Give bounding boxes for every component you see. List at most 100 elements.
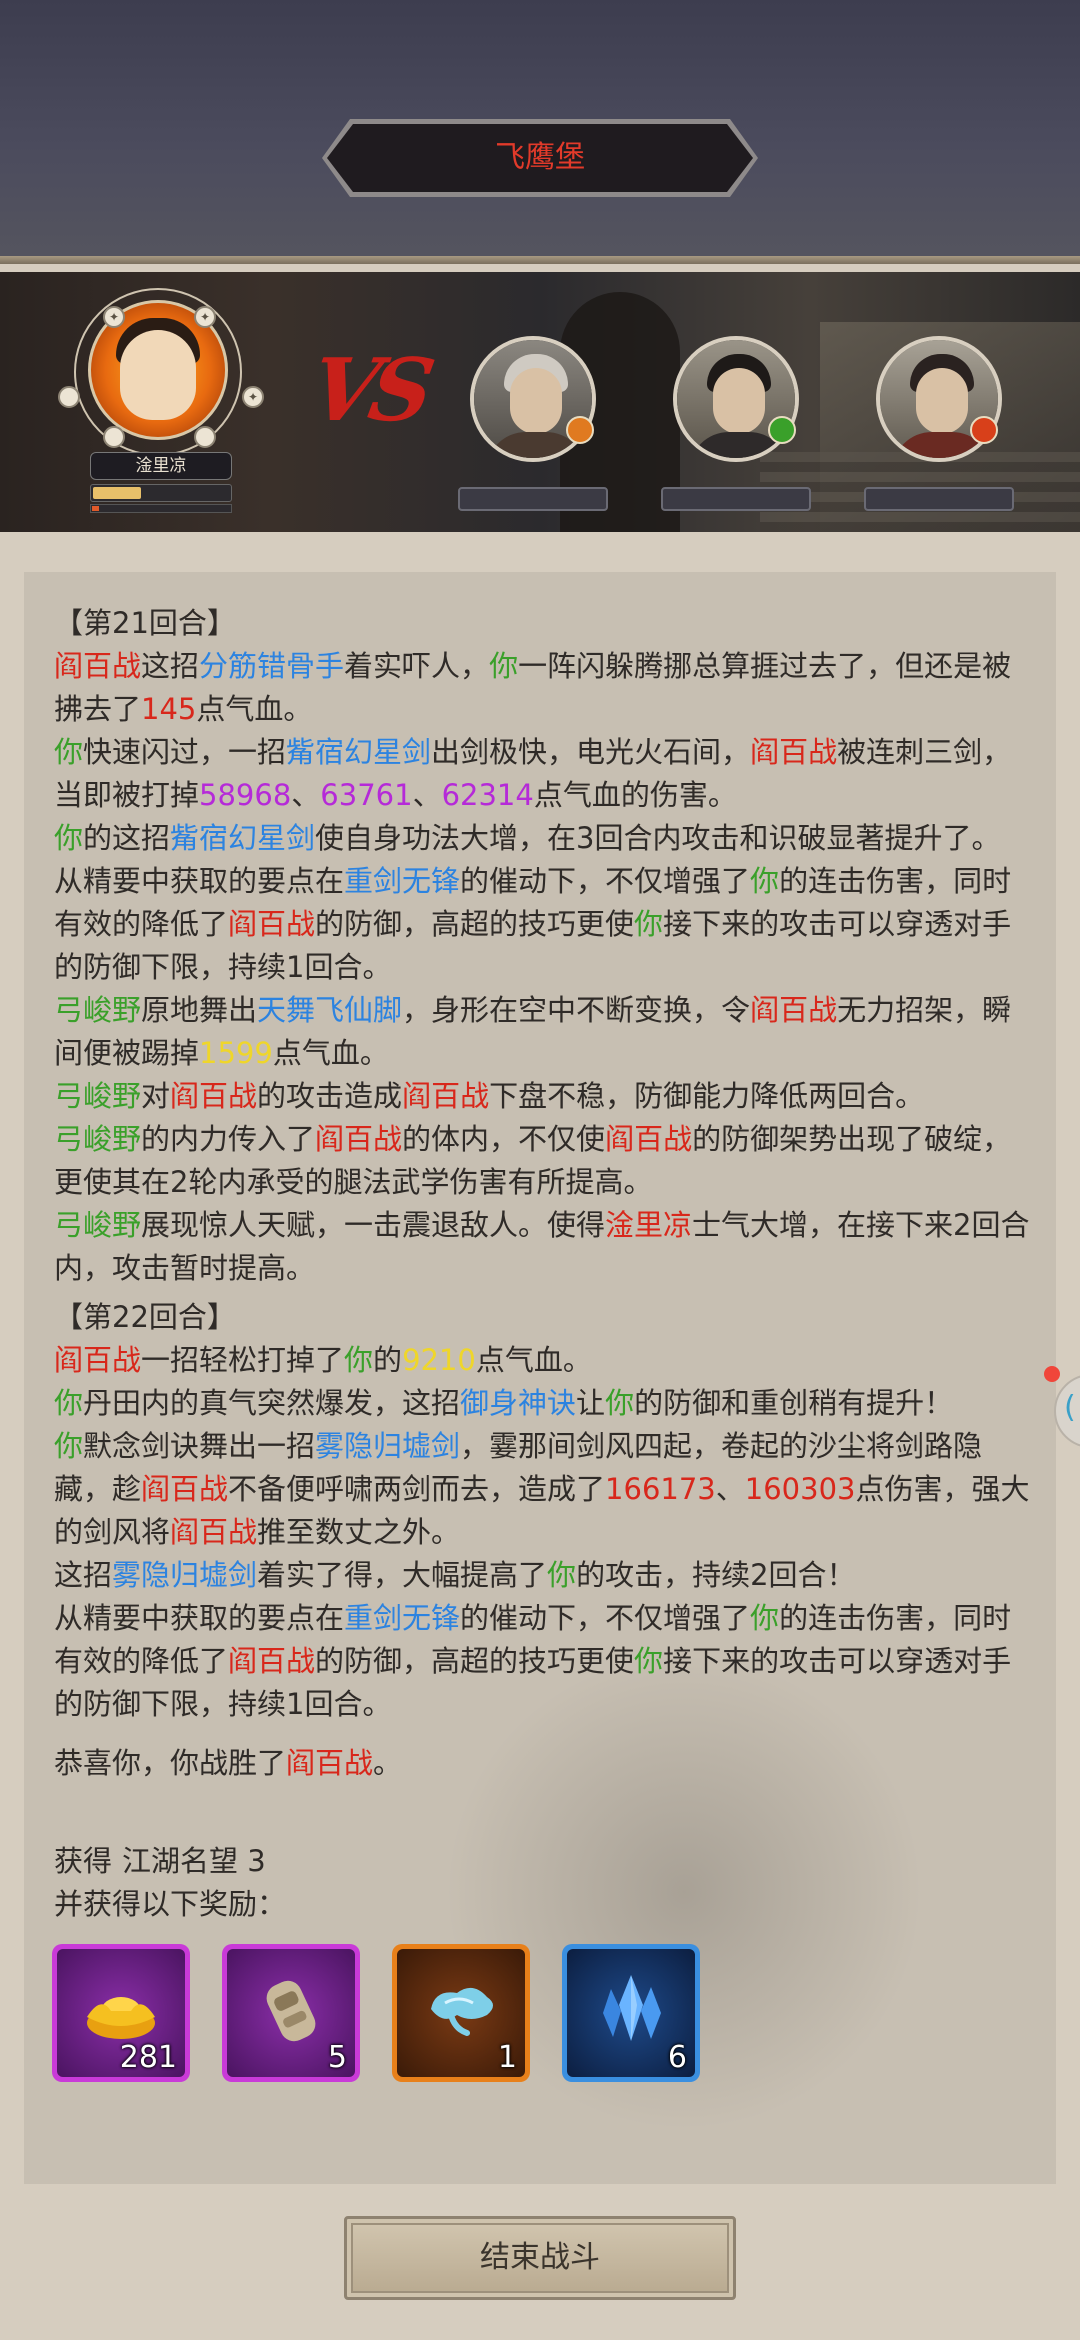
enemy-face bbox=[916, 368, 968, 434]
log-highlight: 145 bbox=[141, 692, 197, 726]
log-text: ，身形在空中不断变换，令 bbox=[402, 993, 751, 1027]
log-line: 弓峻野的内力传入了阎百战的体内，不仅使阎百战的防御架势出现了破绽，更使其在2轮内… bbox=[54, 1118, 1034, 1204]
skill-slot-icon[interactable]: ✦ bbox=[242, 386, 264, 408]
item-bg: 5 bbox=[227, 1949, 355, 2077]
log-line: 你的这招觜宿幻星剑使自身功法大增，在3回合内攻击和识破显著提升了。 bbox=[54, 817, 1034, 860]
log-text: 原地舞出 bbox=[141, 993, 258, 1027]
round-title: 【第22回合】 bbox=[54, 1300, 236, 1334]
player-name: 淦里凉 bbox=[90, 452, 232, 480]
bone-relic-icon bbox=[266, 1980, 316, 2042]
log-text: 快速闪过，一招 bbox=[83, 735, 287, 769]
log-text: 着实吓人， bbox=[344, 649, 490, 683]
log-text: 恭喜你，你战胜了 bbox=[54, 1746, 287, 1780]
log-line: 弓峻野对阎百战的攻击造成阎百战下盘不稳，防御能力降低两回合。 bbox=[54, 1075, 1034, 1118]
log-line: 弓峻野展现惊人天赋，一击震退敌人。使得淦里凉士气大增，在接下来2回合内，攻击暂时… bbox=[54, 1204, 1034, 1290]
log-highlight: 阎百战 bbox=[605, 1122, 693, 1156]
log-highlight: 天舞飞仙脚 bbox=[257, 993, 403, 1027]
item-bg: 1 bbox=[397, 1949, 525, 2077]
log-text: 的攻击造成 bbox=[257, 1079, 403, 1113]
log-text: 的防御和重创稍有提升！ bbox=[634, 1386, 954, 1420]
log-text: 的防御，高超的技巧更使 bbox=[315, 1644, 635, 1678]
reward-item-cloud-wisp[interactable]: 1 bbox=[392, 1944, 530, 2082]
log-line: 阎百战这招分筋错骨手着实吓人，你一阵闪躲腾挪总算捱过去了，但还是被拂去了145点… bbox=[54, 645, 1034, 731]
log-highlight: 你 bbox=[750, 864, 780, 898]
log-text: 下盘不稳，防御能力降低两回合。 bbox=[489, 1079, 925, 1113]
log-highlight: 你 bbox=[489, 649, 519, 683]
skill-slot-icon[interactable] bbox=[103, 426, 125, 448]
enemy-hp-bar bbox=[661, 487, 811, 511]
log-text: 让 bbox=[576, 1386, 606, 1420]
log-text: 点气血。 bbox=[475, 1343, 592, 1377]
item-count: 1 bbox=[497, 2040, 517, 2075]
log-highlight: 御身神诀 bbox=[460, 1386, 577, 1420]
log-highlight: 9210 bbox=[402, 1343, 476, 1377]
log-highlight: 阎百战 bbox=[750, 735, 838, 769]
log-text: 这招 bbox=[141, 649, 200, 683]
log-text: 的防御，高超的技巧更使 bbox=[315, 907, 635, 941]
item-count: 5 bbox=[327, 2040, 347, 2075]
log-spacer bbox=[54, 1726, 1034, 1742]
reward-item-blue-crystal[interactable]: 6 bbox=[562, 1944, 700, 2082]
enemy-face bbox=[510, 368, 562, 434]
log-highlight: 阎百战 bbox=[54, 649, 142, 683]
log-text: 、 bbox=[412, 778, 442, 812]
log-highlight: 你 bbox=[547, 1558, 577, 1592]
skill-slot-icon[interactable] bbox=[58, 386, 80, 408]
gain-label: 获得 bbox=[54, 1844, 113, 1878]
log-highlight: 淦里凉 bbox=[605, 1208, 693, 1242]
blue-crystal-icon bbox=[603, 1975, 661, 2041]
log-text: 的催动下，不仅增强了 bbox=[460, 864, 751, 898]
log-highlight: 你 bbox=[54, 1429, 84, 1463]
log-text: 丹田内的真气突然爆发，这招 bbox=[83, 1386, 461, 1420]
enemy-hp-bar bbox=[864, 487, 1014, 511]
player-face bbox=[120, 330, 196, 420]
skill-slot-icon[interactable] bbox=[194, 426, 216, 448]
log-text: 点气血的伤害。 bbox=[533, 778, 737, 812]
enemy-class-badge-icon bbox=[970, 416, 998, 444]
log-highlight: 重剑无锋 bbox=[344, 864, 461, 898]
log-text: 的这招 bbox=[83, 821, 171, 855]
reward-item-gold-ingot[interactable]: 281 bbox=[52, 1944, 190, 2082]
log-text: 使自身功法大增，在3回合内攻击和识破显著提升了。 bbox=[315, 821, 1001, 855]
log-highlight: 雾隐归墟剑 bbox=[112, 1558, 258, 1592]
log-highlight: 阎百战 bbox=[750, 993, 838, 1027]
battle-log-panel[interactable]: 【第21回合】 阎百战这招分筋错骨手着实吓人，你一阵闪躲腾挪总算捱过去了，但还是… bbox=[24, 572, 1056, 2184]
log-text: 从精要中获取的要点在 bbox=[54, 1601, 345, 1635]
log-text: 点气血。 bbox=[196, 692, 313, 726]
notification-dot bbox=[1044, 1366, 1060, 1382]
battle-log: 【第21回合】 阎百战这招分筋错骨手着实吓人，你一阵闪躲腾挪总算捱过去了，但还是… bbox=[54, 602, 1034, 1785]
log-highlight: 阎百战 bbox=[170, 1515, 258, 1549]
log-highlight: 63761 bbox=[320, 778, 413, 812]
log-text: 点气血。 bbox=[272, 1036, 389, 1070]
log-highlight: 58968 bbox=[199, 778, 292, 812]
reward-item-bone-relic[interactable]: 5 bbox=[222, 1944, 360, 2082]
log-highlight: 你 bbox=[344, 1343, 374, 1377]
log-text: 着实了得，大幅提高了 bbox=[257, 1558, 548, 1592]
log-highlight: 重剑无锋 bbox=[344, 1601, 461, 1635]
log-text: 不备便呼啸两剑而去，造成了 bbox=[228, 1472, 606, 1506]
item-count: 281 bbox=[119, 2040, 177, 2075]
log-highlight: 你 bbox=[634, 1644, 664, 1678]
log-highlight: 阎百战 bbox=[228, 907, 316, 941]
log-highlight: 阎百战 bbox=[141, 1472, 229, 1506]
log-highlight: 弓峻野 bbox=[54, 1079, 142, 1113]
skill-slot-icon[interactable]: ✦ bbox=[103, 306, 125, 328]
log-highlight: 你 bbox=[634, 907, 664, 941]
log-line: 阎百战一招轻松打掉了你的9210点气血。 bbox=[54, 1339, 1034, 1382]
log-text: 对 bbox=[141, 1079, 171, 1113]
drawer-arrow-icon: ( bbox=[1064, 1390, 1076, 1425]
cloud-wisp-icon bbox=[431, 1987, 493, 2036]
log-highlight: 阎百战 bbox=[402, 1079, 490, 1113]
log-highlight: 166173 bbox=[605, 1472, 716, 1506]
log-highlight: 分筋错骨手 bbox=[199, 649, 345, 683]
log-highlight: 你 bbox=[54, 821, 84, 855]
log-highlight: 160303 bbox=[744, 1472, 856, 1506]
skill-slot-icon[interactable]: ✦ bbox=[194, 306, 216, 328]
log-text: 的攻击，持续2回合！ bbox=[576, 1558, 856, 1592]
gold-ingot-icon bbox=[87, 1997, 155, 2039]
log-line: 弓峻野原地舞出天舞飞仙脚，身形在空中不断变换，令阎百战无力招架，瞬间便被踢掉15… bbox=[54, 989, 1034, 1075]
log-line: 从精要中获取的要点在重剑无锋的催动下，不仅增强了你的连击伤害，同时有效的降低了阎… bbox=[54, 1597, 1034, 1726]
enemy-face bbox=[713, 368, 765, 434]
log-line: 你默念剑诀舞出一招雾隐归墟剑，霎那间剑风四起，卷起的沙尘将剑路隐藏，趁阎百战不备… bbox=[54, 1425, 1034, 1554]
end-battle-button[interactable]: 结束战斗 bbox=[344, 2216, 736, 2300]
